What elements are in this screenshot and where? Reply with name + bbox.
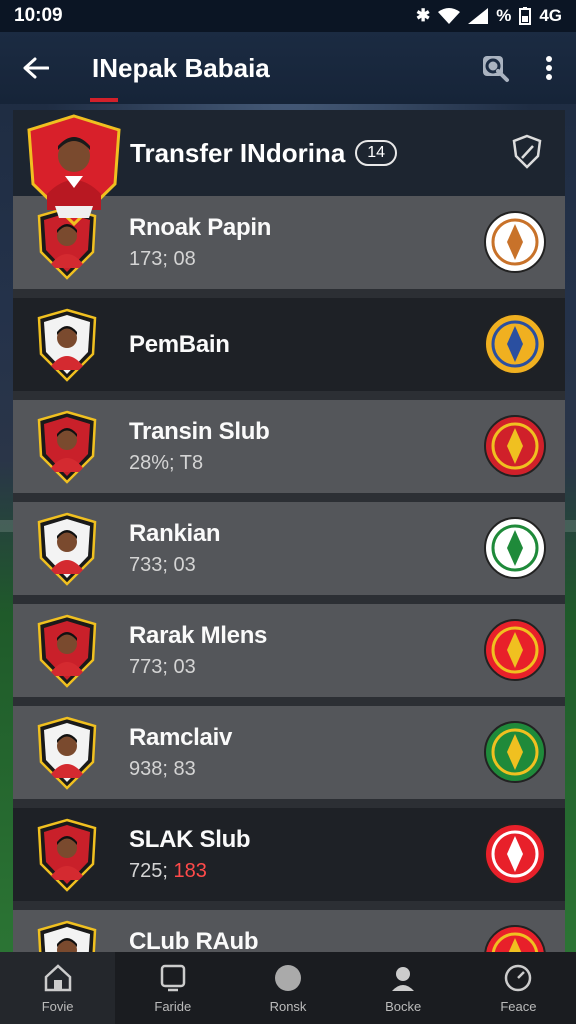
list-item[interactable]: Transin Slub 28%; T8 [13, 400, 565, 493]
nav-label: Ronsk [269, 998, 307, 1014]
transfer-list: Rnoak Papin 173; 08 PemBain Transin Slub 28%… [13, 196, 565, 952]
more-vertical-icon [546, 56, 552, 80]
nav-label: Fovie [41, 998, 74, 1014]
bottom-navigation: Fovie Faride Ronsk Bocke Feace [0, 952, 576, 1024]
status-icons: ✱ % 4G [416, 6, 562, 26]
title-underline [90, 98, 118, 102]
player-avatar [37, 410, 97, 484]
home-icon [44, 963, 71, 991]
nav-label: Faride [154, 998, 192, 1014]
row-text: SLAK Slub 725; 183 [129, 826, 251, 883]
club-logo-icon [484, 313, 546, 375]
row-text: Transin Slub 28%; T8 [129, 418, 270, 475]
nav-item-faride[interactable]: Faride [115, 952, 230, 1024]
stat-value: 28%; T8 [129, 452, 204, 474]
row-text: Rankian 733; 03 [129, 520, 221, 577]
bluetooth-icon: ✱ [415, 6, 431, 25]
player-stat: 725; 183 [129, 860, 250, 883]
list-title: Transfer INdorina [130, 137, 346, 168]
list-header: Transfer INdorina 14 [13, 110, 565, 226]
player-avatar [37, 920, 97, 952]
stat-highlight: 183 [173, 860, 207, 882]
stat-value: 938; 83 [129, 758, 196, 780]
club-logo-icon [484, 619, 546, 681]
stat-value: 173; 08 [129, 248, 196, 270]
list-item[interactable]: SLAK Slub 725; 183 [13, 808, 565, 901]
list-item[interactable]: Rankian 733; 03 [13, 502, 565, 595]
tablet-icon [160, 964, 186, 991]
signal-icon [468, 8, 489, 24]
player-name: Transin Slub [129, 418, 270, 445]
club-logo-icon [484, 925, 546, 952]
circle-icon [275, 964, 301, 991]
player-stat: 773; 03 [129, 656, 267, 679]
club-logo-icon [484, 721, 546, 783]
more-menu-button[interactable] [522, 32, 576, 104]
player-name: SLAK Slub [129, 826, 251, 853]
stat-value: 725; [129, 860, 174, 882]
player-avatar [37, 614, 97, 688]
nav-item-home[interactable]: Fovie [0, 952, 116, 1024]
nav-label: Bocke [385, 998, 422, 1014]
player-avatar [37, 512, 97, 586]
list-item[interactable]: PemBain [13, 298, 565, 391]
network-type-icon: 4G [539, 6, 562, 25]
club-logo-icon [484, 517, 546, 579]
club-logo-icon [484, 415, 546, 477]
player-stat: 733; 03 [129, 554, 220, 577]
nav-item-ronsk[interactable]: Ronsk [230, 952, 345, 1024]
search-button[interactable] [468, 32, 522, 104]
arrow-left-icon [23, 57, 49, 79]
row-text: Ramclaiv 938; 83 [129, 724, 232, 781]
player-stat: 938; 83 [129, 758, 232, 781]
row-text: PemBain [129, 331, 230, 359]
player-name: PemBain [129, 330, 230, 358]
player-stat: 28%; T8 [129, 452, 269, 475]
player-name: CLub RAub [129, 928, 259, 952]
app-bar: INepak Babaia [0, 32, 576, 104]
transfer-list-panel: Transfer INdorina 14 Rnoak Papin 173; 08 P… [13, 110, 565, 952]
row-text: CLub RAub728; 14 [129, 928, 259, 952]
nav-item-feace[interactable]: Feace [461, 952, 576, 1024]
wifi-icon [438, 8, 461, 24]
player-avatar [37, 308, 97, 382]
player-stat: 173; 08 [129, 248, 271, 271]
list-item[interactable]: CLub RAub728; 14 [13, 910, 565, 952]
page-title: INepak Babaia [92, 52, 270, 83]
stat-value: 773; 03 [129, 656, 196, 678]
back-button[interactable] [0, 32, 72, 104]
search-icon [483, 56, 509, 82]
club-logo-icon [484, 211, 546, 273]
clock-icon [505, 964, 532, 991]
player-name: Rarak Mlens [129, 622, 268, 649]
featured-player-avatar [27, 114, 121, 226]
player-avatar [37, 716, 97, 790]
player-avatar [37, 818, 97, 892]
nav-item-bocke[interactable]: Bocke [346, 952, 461, 1024]
shield-icon[interactable] [511, 134, 543, 170]
player-name: Rnoak Papin [129, 214, 272, 241]
user-gear-icon [392, 966, 415, 991]
battery-icon [519, 7, 532, 25]
player-name: Rankian [129, 520, 221, 547]
status-bar: 10:09 ✱ % 4G [0, 0, 576, 32]
list-item[interactable]: Ramclaiv 938; 83 [13, 706, 565, 799]
status-time: 10:09 [14, 5, 63, 26]
club-logo-icon [484, 823, 546, 885]
count-badge: 14 [355, 140, 398, 166]
list-item[interactable]: Rarak Mlens 773; 03 [13, 604, 565, 697]
nav-label: Feace [500, 998, 537, 1014]
stat-value: 733; 03 [129, 554, 196, 576]
player-name: Ramclaiv [129, 724, 232, 751]
row-text: Rnoak Papin 173; 08 [129, 214, 271, 271]
battery-percent-icon: % [496, 6, 512, 25]
row-text: Rarak Mlens 773; 03 [129, 622, 267, 679]
